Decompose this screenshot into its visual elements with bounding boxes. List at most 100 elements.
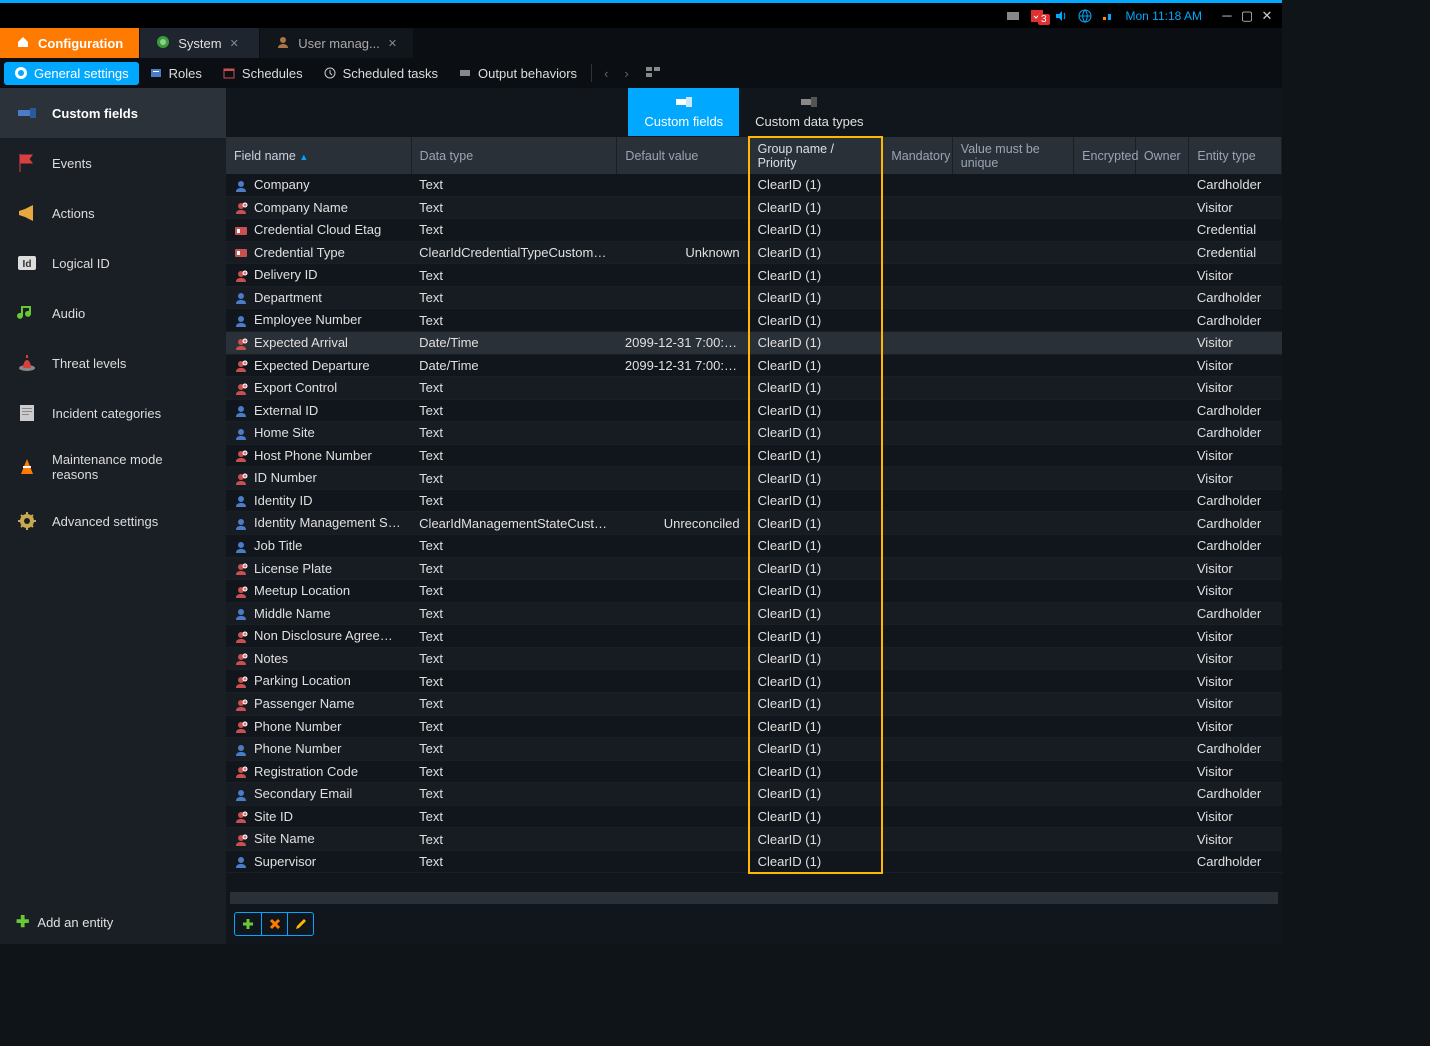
table-row[interactable]: Identity Management StatusClearIdManagem…	[226, 512, 1282, 535]
cell-owner	[1135, 489, 1188, 512]
subtab-custom-fields[interactable]: Custom fields	[628, 88, 739, 136]
table-row[interactable]: Registration CodeTextClearID (1)Visitor	[226, 760, 1282, 783]
cell-group: ClearID (1)	[749, 738, 883, 761]
add-button[interactable]	[235, 913, 261, 935]
toolbar-scheduled-tasks[interactable]: Scheduled tasks	[313, 62, 448, 85]
sidebar-item-incident-categories[interactable]: Incident categories	[0, 388, 226, 438]
tray-alert-icon[interactable]: 3	[1030, 9, 1044, 23]
cell-mandatory	[882, 331, 952, 354]
cred-icon	[234, 224, 248, 238]
sidebar-item-maintenance-mode[interactable]: Maintenance mode reasons	[0, 438, 226, 496]
cell-owner	[1135, 625, 1188, 648]
col-unique[interactable]: Value must be unique	[952, 137, 1073, 174]
toolbar-label: Schedules	[242, 66, 303, 81]
cell-data-type: Date/Time	[411, 331, 617, 354]
horizontal-scrollbar[interactable]	[230, 892, 1278, 904]
col-field-name[interactable]: Field name ▲	[226, 137, 411, 174]
sidebar-item-logical-id[interactable]: Id Logical ID	[0, 238, 226, 288]
col-entity-type[interactable]: Entity type	[1189, 137, 1282, 174]
cell-text: Credential Type	[254, 245, 345, 260]
system-icon	[156, 35, 170, 52]
table-row[interactable]: Parking LocationTextClearID (1)Visitor	[226, 670, 1282, 693]
maximize-button[interactable]: ▢	[1240, 9, 1254, 23]
table-row[interactable]: Credential TypeClearIdCredentialTypeCust…	[226, 241, 1282, 264]
cell-encrypted	[1074, 354, 1136, 377]
sidebar-item-advanced-settings[interactable]: Advanced settings	[0, 496, 226, 546]
tray-icon-1[interactable]	[1006, 9, 1020, 23]
nav-menu-button[interactable]	[637, 65, 669, 82]
close-button[interactable]: ✕	[1260, 9, 1274, 23]
person-icon	[234, 314, 248, 328]
table-row[interactable]: Expected DepartureDate/Time2099-12-31 7:…	[226, 354, 1282, 377]
table-row[interactable]: Home SiteTextClearID (1)Cardholder	[226, 422, 1282, 445]
tab-configuration[interactable]: Configuration	[0, 28, 140, 58]
table-row[interactable]: NotesTextClearID (1)Visitor	[226, 647, 1282, 670]
col-data-type[interactable]: Data type	[411, 137, 617, 174]
table-row[interactable]: Phone NumberTextClearID (1)Cardholder	[226, 738, 1282, 761]
table-row[interactable]: Delivery IDTextClearID (1)Visitor	[226, 264, 1282, 287]
activity-icon[interactable]	[1102, 9, 1116, 23]
table-row[interactable]: Site IDTextClearID (1)Visitor	[226, 805, 1282, 828]
cell-default-value	[617, 219, 749, 242]
minimize-button[interactable]: ─	[1220, 9, 1234, 23]
table-row[interactable]: External IDTextClearID (1)Cardholder	[226, 399, 1282, 422]
cell-owner	[1135, 196, 1188, 219]
cell-unique	[952, 264, 1073, 287]
col-mandatory[interactable]: Mandatory	[882, 137, 952, 174]
table-row[interactable]: Host Phone NumberTextClearID (1)Visitor	[226, 444, 1282, 467]
table-row[interactable]: Credential Cloud EtagTextClearID (1)Cred…	[226, 219, 1282, 242]
table-row[interactable]: Site NameTextClearID (1)Visitor	[226, 828, 1282, 851]
toolbar-general-settings[interactable]: General settings	[4, 62, 139, 85]
table-row[interactable]: License PlateTextClearID (1)Visitor	[226, 557, 1282, 580]
table-row[interactable]: Phone NumberTextClearID (1)Visitor	[226, 715, 1282, 738]
table-row[interactable]: Expected ArrivalDate/Time2099-12-31 7:00…	[226, 331, 1282, 354]
table-row[interactable]: Non Disclosure AgreementTextClearID (1)V…	[226, 625, 1282, 648]
subtab-custom-data-types[interactable]: Custom data types	[739, 88, 879, 136]
sidebar-item-events[interactable]: Events	[0, 138, 226, 188]
toolbar-schedules[interactable]: Schedules	[212, 62, 313, 85]
sidebar-item-threat-levels[interactable]: Threat levels	[0, 338, 226, 388]
table-row[interactable]: Identity IDTextClearID (1)Cardholder	[226, 489, 1282, 512]
table-row[interactable]: Meetup LocationTextClearID (1)Visitor	[226, 580, 1282, 603]
grid-scroll-area[interactable]: Field name ▲ Data type Default value Gro…	[226, 136, 1282, 892]
tab-user-management[interactable]: User manag... ✕	[260, 28, 414, 58]
table-row[interactable]: Company NameTextClearID (1)Visitor	[226, 196, 1282, 219]
cell-text: Middle Name	[254, 606, 331, 621]
col-default-value[interactable]: Default value	[617, 137, 749, 174]
table-row[interactable]: Secondary EmailTextClearID (1)Cardholder	[226, 783, 1282, 806]
cell-field-name: Host Phone Number	[226, 444, 411, 467]
cell-field-name: Passenger Name	[226, 692, 411, 715]
tab-system[interactable]: System ✕	[140, 28, 260, 58]
toolbar-output-behaviors[interactable]: Output behaviors	[448, 62, 587, 85]
col-encrypted[interactable]: Encrypted	[1074, 137, 1136, 174]
table-row[interactable]: DepartmentTextClearID (1)Cardholder	[226, 286, 1282, 309]
visitor-icon	[234, 472, 248, 486]
sidebar-item-custom-fields[interactable]: Custom fields	[0, 88, 226, 138]
col-owner[interactable]: Owner	[1135, 137, 1188, 174]
nav-back-button[interactable]: ‹	[596, 66, 616, 81]
table-row[interactable]: Job TitleTextClearID (1)Cardholder	[226, 535, 1282, 558]
sidebar-item-audio[interactable]: Audio	[0, 288, 226, 338]
cell-unique	[952, 354, 1073, 377]
delete-button[interactable]	[261, 913, 287, 935]
nav-forward-button[interactable]: ›	[616, 66, 636, 81]
edit-button[interactable]	[287, 913, 313, 935]
close-icon[interactable]: ✕	[230, 37, 239, 50]
col-group-name-priority[interactable]: Group name / Priority	[749, 137, 883, 174]
table-row[interactable]: CompanyTextClearID (1)Cardholder	[226, 174, 1282, 196]
cell-encrypted	[1074, 692, 1136, 715]
sidebar-item-actions[interactable]: Actions	[0, 188, 226, 238]
table-row[interactable]: SupervisorTextClearID (1)Cardholder	[226, 850, 1282, 873]
table-row[interactable]: Middle NameTextClearID (1)Cardholder	[226, 602, 1282, 625]
cell-group: ClearID (1)	[749, 219, 883, 242]
close-icon[interactable]: ✕	[388, 37, 397, 50]
table-row[interactable]: Employee NumberTextClearID (1)Cardholder	[226, 309, 1282, 332]
table-row[interactable]: ID NumberTextClearID (1)Visitor	[226, 467, 1282, 490]
toolbar-roles[interactable]: Roles	[139, 62, 212, 85]
globe-icon[interactable]	[1078, 9, 1092, 23]
add-entity-button[interactable]: ✚ Add an entity	[0, 900, 226, 944]
cell-default-value	[617, 174, 749, 196]
table-row[interactable]: Passenger NameTextClearID (1)Visitor	[226, 692, 1282, 715]
table-row[interactable]: Export ControlTextClearID (1)Visitor	[226, 377, 1282, 400]
volume-icon[interactable]	[1054, 9, 1068, 23]
